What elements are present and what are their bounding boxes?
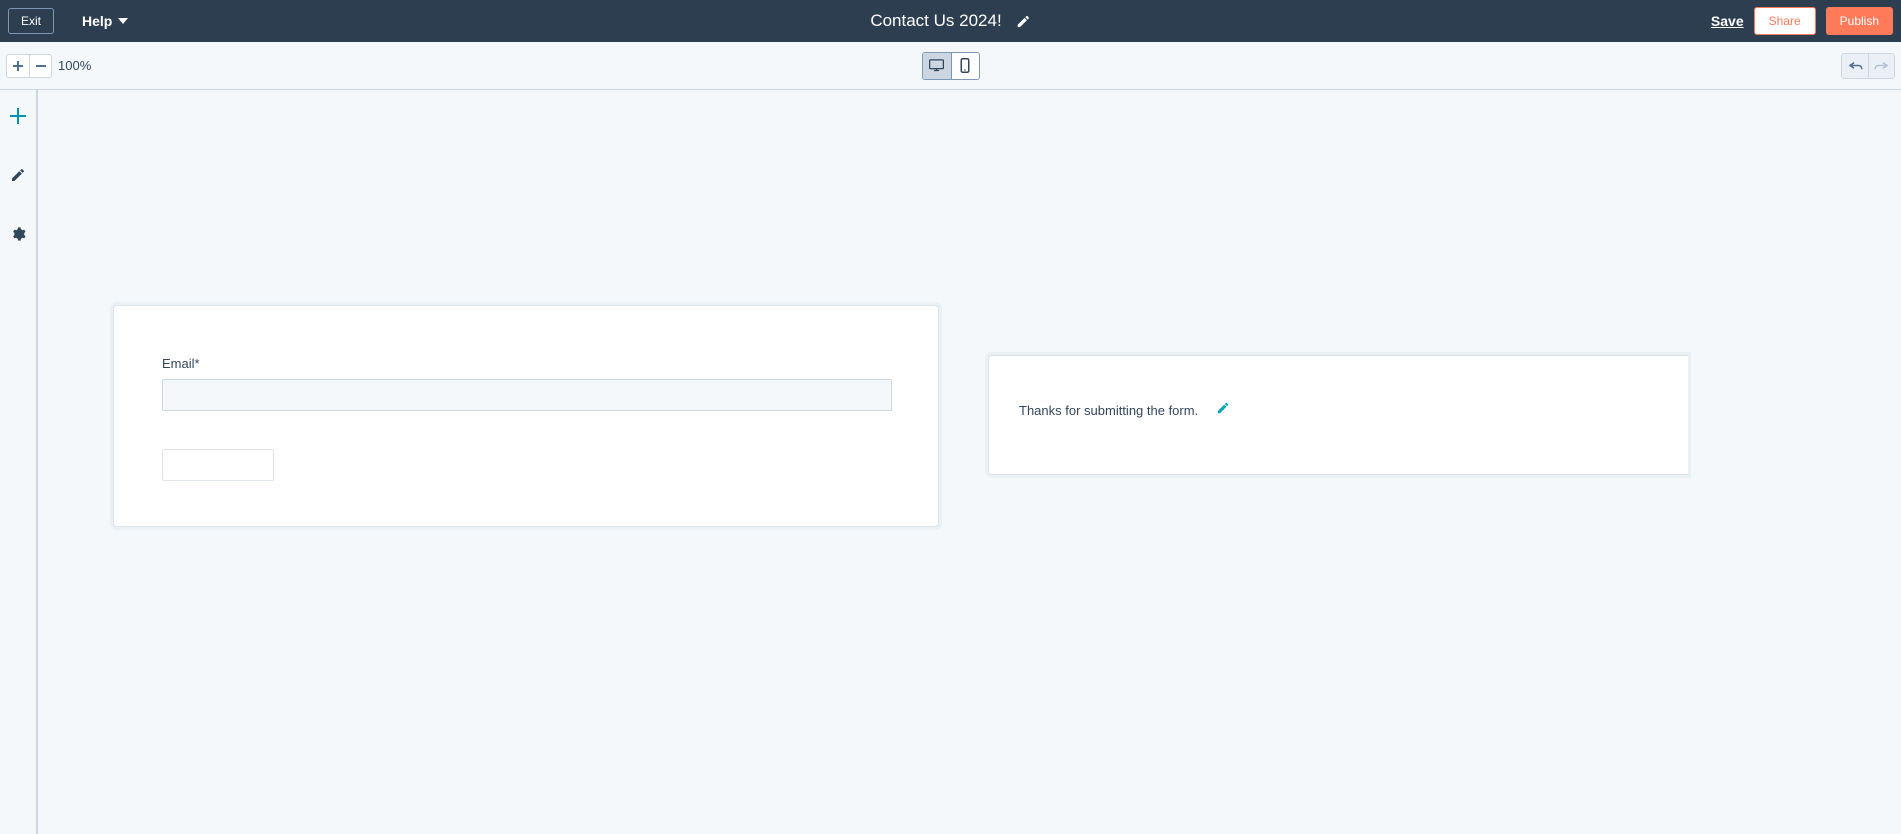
editor-canvas[interactable]: Email* Thanks for submitting the form. <box>38 90 1901 834</box>
undo-icon <box>1848 60 1863 71</box>
email-field-label: Email* <box>162 356 890 371</box>
pencil-icon <box>1216 401 1230 415</box>
thank-you-card[interactable]: Thanks for submitting the form. <box>988 355 1688 475</box>
desktop-view-button[interactable] <box>923 53 951 79</box>
save-link[interactable]: Save <box>1711 13 1744 29</box>
page-title-group: Contact Us 2024! <box>870 11 1030 31</box>
redo-icon <box>1874 60 1889 71</box>
publish-button[interactable]: Publish <box>1826 7 1893 35</box>
header-actions: Save Share Publish <box>1711 7 1893 35</box>
zoom-controls: 100% <box>6 54 91 78</box>
pencil-icon <box>10 167 26 183</box>
mobile-view-button[interactable] <box>951 53 979 79</box>
undo-button[interactable] <box>1842 54 1868 78</box>
zoom-out-button[interactable] <box>29 55 51 77</box>
workspace: Email* Thanks for submitting the form. <box>0 90 1901 834</box>
email-field[interactable] <box>162 379 892 411</box>
app-header: Exit Help Contact Us 2024! Save Share Pu… <box>0 0 1901 42</box>
share-button[interactable]: Share <box>1754 7 1816 35</box>
left-siderail <box>0 90 38 834</box>
help-label: Help <box>82 13 112 29</box>
zoom-in-button[interactable] <box>7 55 29 77</box>
edit-title-icon[interactable] <box>1016 14 1031 29</box>
desktop-icon <box>929 59 944 72</box>
device-preview-toggle <box>922 52 980 80</box>
plus-icon <box>13 61 23 71</box>
style-button[interactable] <box>10 167 26 188</box>
mobile-icon <box>960 58 970 73</box>
plus-icon <box>10 108 26 124</box>
thank-you-message: Thanks for submitting the form. <box>1019 403 1198 418</box>
exit-button[interactable]: Exit <box>8 8 54 34</box>
edit-message-button[interactable] <box>1216 401 1230 420</box>
history-controls <box>1841 53 1895 79</box>
redo-button[interactable] <box>1868 54 1894 78</box>
editor-toolbar: 100% <box>0 42 1901 90</box>
zoom-level: 100% <box>58 58 91 73</box>
add-element-button[interactable] <box>10 108 26 129</box>
form-preview-card[interactable]: Email* <box>113 305 939 527</box>
help-menu[interactable]: Help <box>82 13 128 29</box>
minus-icon <box>36 61 46 71</box>
gear-icon <box>10 226 26 242</box>
submit-button-placeholder[interactable] <box>162 449 274 481</box>
chevron-down-icon <box>118 18 128 24</box>
settings-button[interactable] <box>10 226 26 247</box>
page-title: Contact Us 2024! <box>870 11 1001 31</box>
